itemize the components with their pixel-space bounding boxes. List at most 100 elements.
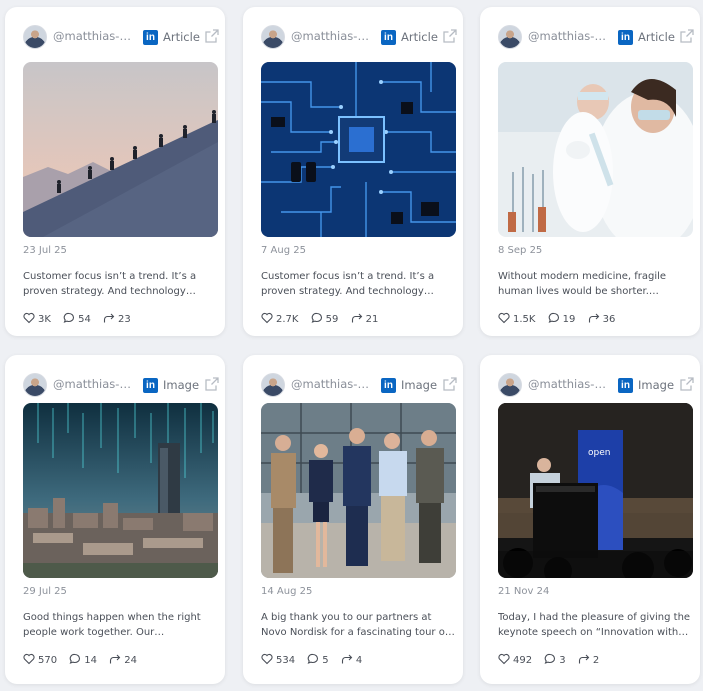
card-header: @matthias-re... in Image [480, 355, 700, 407]
avatar[interactable] [498, 373, 522, 397]
likes-stat: 534 [261, 653, 295, 666]
comments-count: 19 [562, 314, 576, 325]
linkedin-icon: in [618, 378, 633, 393]
laboratory-image [498, 62, 693, 237]
group-photo-image [261, 403, 456, 578]
post-image[interactable] [261, 62, 456, 237]
author-handle[interactable]: @matthias-re... [291, 29, 369, 43]
avatar[interactable] [23, 25, 47, 49]
shares-stat: 21 [351, 312, 379, 325]
avatar[interactable] [261, 373, 285, 397]
post-card[interactable]: @matthias-re... in Image 14 Aug 25 A big… [243, 355, 463, 684]
post-card[interactable]: @matthias-re... in Image open 21 Nov 24 … [480, 355, 700, 684]
hikers-image [23, 62, 218, 237]
post-image[interactable] [23, 62, 218, 237]
engagement-stats: 1.5K 19 36 [498, 312, 624, 326]
external-link-icon[interactable] [443, 377, 457, 391]
likes-stat: 570 [23, 653, 57, 666]
linkedin-icon: in [618, 30, 633, 45]
heart-icon [261, 312, 273, 324]
comments-stat: 14 [69, 653, 97, 666]
linkedin-icon: in [143, 378, 158, 393]
heart-icon [498, 653, 510, 665]
post-type-label: Article [638, 30, 675, 44]
shares-stat: 23 [103, 312, 131, 325]
post-excerpt[interactable]: Today, I had the pleasure of giving the … [498, 610, 693, 640]
share-icon [110, 654, 121, 664]
card-header: @matthias-re... in Image [5, 355, 225, 407]
comment-icon [544, 653, 556, 664]
comment-icon [63, 312, 75, 323]
external-link-icon[interactable] [205, 29, 219, 43]
external-link-icon[interactable] [680, 377, 694, 391]
post-excerpt[interactable]: Good things happen when the right people… [23, 610, 218, 640]
comments-stat: 59 [311, 312, 338, 325]
comment-icon [548, 312, 559, 323]
comments-count: 54 [78, 314, 91, 325]
engagement-stats: 3K 54 23 [23, 312, 140, 326]
card-header: @matthias-re... in Article [5, 7, 225, 59]
comment-icon [69, 653, 81, 664]
shares-stat: 24 [109, 653, 137, 666]
post-image[interactable]: open [498, 403, 693, 578]
engagement-stats: 492 3 2 [498, 653, 608, 667]
author-handle[interactable]: @matthias-re... [53, 377, 131, 391]
author-handle[interactable]: @matthias-re... [528, 377, 606, 391]
external-link-icon[interactable] [680, 29, 694, 43]
shares-count: 36 [602, 314, 616, 325]
circuit-board-image [261, 62, 456, 237]
author-handle[interactable]: @matthias-re... [291, 377, 369, 391]
author-handle[interactable]: @matthias-re... [53, 29, 131, 43]
post-card[interactable]: @matthias-re... in Article 8 Sep 25 With… [480, 7, 700, 336]
comments-stat: 54 [63, 312, 91, 325]
post-date: 21 Nov 24 [498, 586, 550, 597]
likes-count: 492 [513, 655, 533, 666]
post-image[interactable] [261, 403, 456, 578]
likes-count: 1.5K [513, 314, 536, 325]
post-type-label: Article [401, 30, 438, 44]
post-type-label: Image [163, 378, 200, 392]
share-icon [341, 654, 353, 664]
card-header: @matthias-re... in Article [480, 7, 700, 59]
likes-count: 2.7K [276, 314, 299, 325]
likes-count: 534 [276, 655, 296, 666]
heart-icon [261, 653, 273, 665]
share-icon [588, 313, 599, 323]
post-type-label: Image [638, 378, 675, 392]
author-handle[interactable]: @matthias-re... [528, 29, 606, 43]
post-card[interactable]: @matthias-re... in Article [243, 7, 463, 336]
external-link-icon[interactable] [443, 29, 457, 43]
post-date: 29 Jul 25 [23, 586, 67, 597]
post-excerpt[interactable]: Without modern medicine, fragile human l… [498, 269, 693, 299]
avatar[interactable] [261, 25, 285, 49]
post-date: 8 Sep 25 [498, 245, 543, 256]
avatar[interactable] [498, 25, 522, 49]
post-excerpt[interactable]: A big thank you to our partners at Novo … [261, 610, 456, 640]
engagement-stats: 2.7K 59 21 [261, 312, 387, 326]
comments-stat: 19 [548, 312, 576, 325]
post-card[interactable]: @matthias-re... in Article 23 Jul 25 Cus… [5, 7, 225, 336]
heart-icon [23, 653, 35, 665]
likes-stat: 3K [23, 312, 51, 325]
shares-stat: 36 [588, 312, 616, 325]
engagement-stats: 570 14 24 [23, 653, 146, 667]
comments-stat: 5 [307, 653, 329, 666]
shares-count: 4 [355, 655, 363, 666]
comments-stat: 3 [544, 653, 566, 666]
comments-count: 5 [322, 655, 329, 666]
post-card[interactable]: @matthias-re... in Image 29 Jul 25 [5, 355, 225, 684]
shares-count: 21 [365, 314, 379, 325]
post-image[interactable] [23, 403, 218, 578]
shares-stat: 4 [341, 653, 362, 666]
likes-count: 3K [38, 314, 51, 325]
post-date: 23 Jul 25 [23, 245, 67, 256]
keynote-stage-image: open [498, 403, 693, 578]
post-excerpt[interactable]: Customer focus isn’t a trend. It’s a pro… [261, 269, 456, 299]
external-link-icon[interactable] [205, 377, 219, 391]
avatar[interactable] [23, 373, 47, 397]
card-header: @matthias-re... in Image [243, 355, 463, 407]
post-image[interactable] [498, 62, 693, 237]
post-date: 14 Aug 25 [261, 586, 313, 597]
city-skyline-image [23, 403, 218, 578]
post-excerpt[interactable]: Customer focus isn’t a trend. It’s a pro… [23, 269, 218, 299]
